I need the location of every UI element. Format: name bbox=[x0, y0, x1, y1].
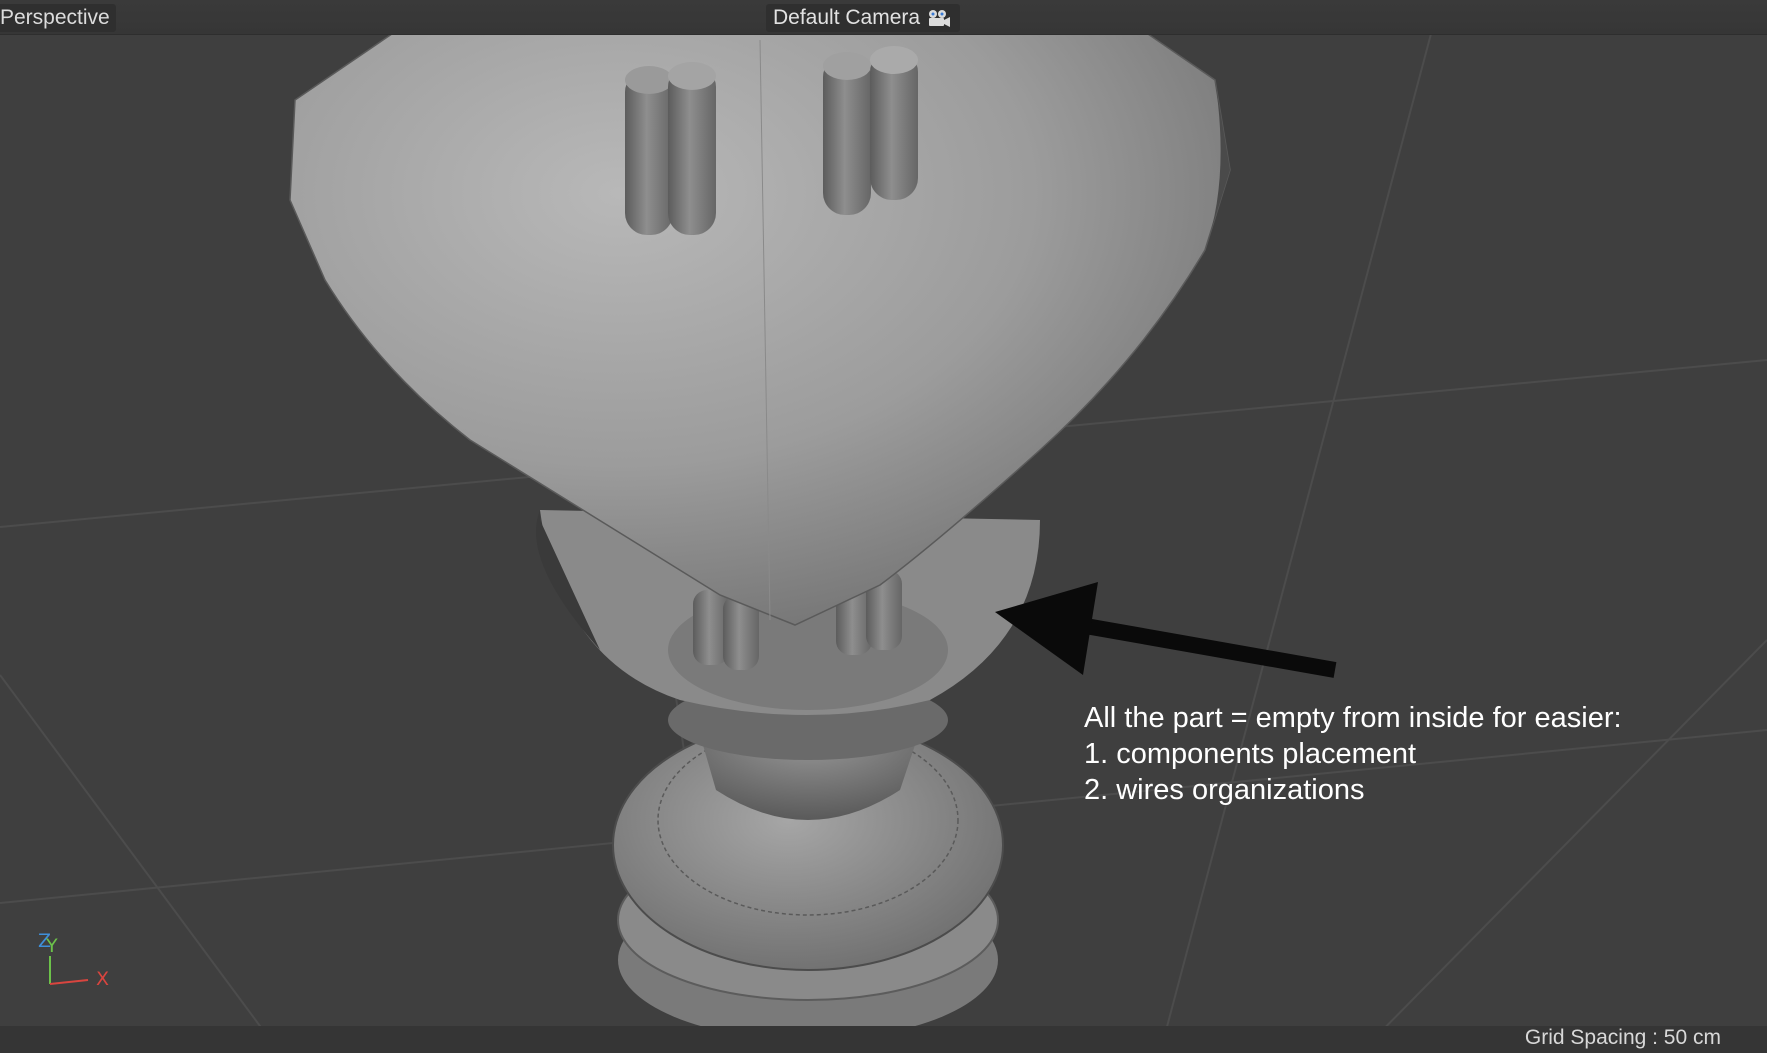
annotation-line: 2. wires organizations bbox=[1084, 774, 1365, 806]
scene-render bbox=[0, 0, 1767, 1053]
camera-selector[interactable]: Default Camera bbox=[766, 4, 961, 32]
annotation-arrow bbox=[995, 582, 1337, 678]
viewport-footer: Grid Spacing : 50 cm bbox=[0, 1026, 1767, 1053]
camera-name: Default Camera bbox=[773, 6, 921, 29]
annotation-line: 1. components placement bbox=[1084, 738, 1417, 770]
viewport-header: Perspective Default Camera bbox=[0, 0, 1767, 35]
axis-gizmo: Z Y X bbox=[36, 928, 126, 998]
annotation-text: All the part = empty from inside for eas… bbox=[1084, 700, 1622, 808]
3d-viewport[interactable]: Perspective Default Camera All the part … bbox=[0, 0, 1767, 1053]
heart-head-model bbox=[289, 7, 1231, 626]
axis-x-label: X bbox=[96, 968, 110, 990]
camera-icon bbox=[926, 8, 952, 28]
view-mode-label[interactable]: Perspective bbox=[0, 4, 116, 32]
grid-spacing-readout: Grid Spacing : 50 cm bbox=[1524, 1026, 1721, 1049]
annotation-line: All the part = empty from inside for eas… bbox=[1084, 702, 1622, 734]
axis-y-label: Y bbox=[46, 935, 58, 957]
